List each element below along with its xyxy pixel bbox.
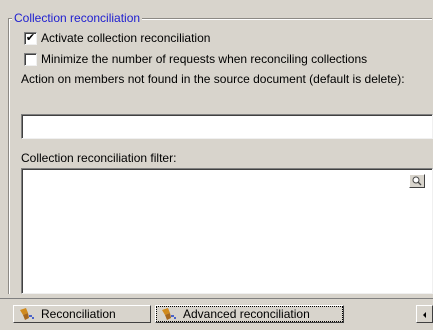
checkmark-icon: ✔ [25,31,36,44]
tab-reconciliation[interactable]: Reconciliation [13,305,151,323]
minimize-requests-option[interactable]: Minimize the number of requests when rec… [24,52,367,66]
activate-collection-reconciliation-option[interactable]: ✔ Activate collection reconciliation [24,31,210,45]
tab-bar: Reconciliation Advanced reconciliation [0,298,433,330]
minimize-requests-checkbox[interactable] [24,52,37,66]
minimize-requests-label: Minimize the number of requests when rec… [41,52,368,66]
missing-members-action-input[interactable] [21,114,433,139]
reconciliation-filter-textarea[interactable] [21,168,433,294]
reconciliation-filter-label: Collection reconciliation filter: [21,151,177,165]
group-title: Collection reconciliation [12,11,143,25]
tab-advanced-reconciliation[interactable]: Advanced reconciliation [155,305,344,323]
missing-members-action-label: Action on members not found in the sourc… [21,72,405,86]
scroll-left-icon [421,307,429,322]
tab-reconciliation-label: Reconciliation [41,307,116,321]
reconciliation-icon [160,306,178,322]
tab-advanced-reconciliation-label: Advanced reconciliation [183,307,310,321]
reconciliation-icon [18,306,36,322]
filter-zoom-button[interactable] [409,174,425,188]
activate-collection-reconciliation-label: Activate collection reconciliation [41,31,211,45]
magnifier-icon [412,174,422,189]
activate-collection-reconciliation-checkbox[interactable]: ✔ [24,31,37,45]
tab-scroll-left-button[interactable] [416,305,433,323]
